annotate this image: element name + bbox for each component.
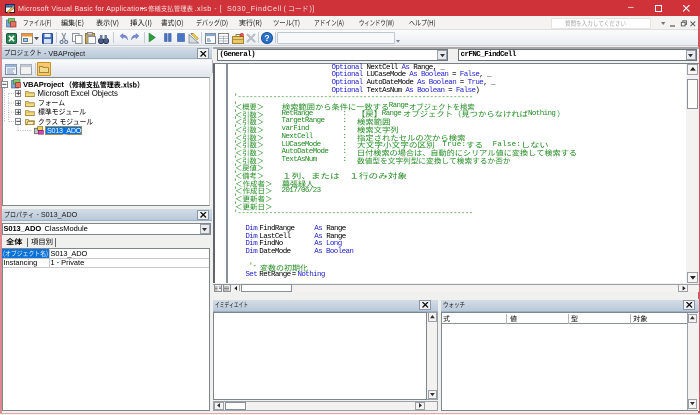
- svg-text:?: ?: [264, 33, 269, 43]
